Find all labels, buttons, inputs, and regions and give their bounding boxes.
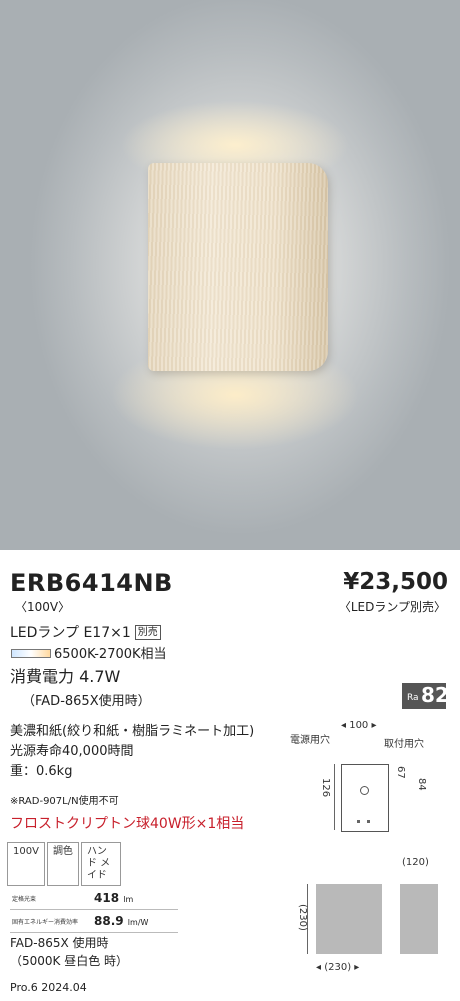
table-row: 固有エネルギー消費効率 88.9 lm/W <box>10 910 178 933</box>
color-temperature: 6500K-2700K相当 <box>54 647 167 662</box>
power-hole-icon <box>360 786 369 795</box>
flux-unit: lm <box>123 895 134 904</box>
lamp-shade <box>148 163 328 371</box>
light-source-life: 光源寿命40,000時間 <box>10 744 134 759</box>
separately-sold-badge: 別売 <box>134 625 161 640</box>
model-number: ERB6414NB <box>10 569 173 597</box>
ra-prefix: Ra <box>407 693 419 703</box>
mount-hole-icon <box>357 820 360 823</box>
power-consumption: 消費電力 4.7W <box>10 667 121 686</box>
efficiency-unit: lm/W <box>127 918 149 927</box>
power-note: （FAD-865X使用時） <box>22 694 151 709</box>
ra-badge: Ra 82 <box>402 683 449 709</box>
tag-100v: 100V <box>7 842 45 886</box>
dim-230-horizontal-wrap: ◂ (230) ▸ <box>316 962 360 973</box>
price: ¥23,500 <box>343 569 448 595</box>
flux-value: 418 <box>94 891 120 905</box>
table-label: 固有エネルギー消費効率 <box>12 919 79 926</box>
dim-line-126 <box>334 764 335 830</box>
incompatibility-note: ※RAD-907L/N使用不可 <box>10 796 119 807</box>
dim-230-horizontal: (230) <box>324 962 352 973</box>
table-value: 418 lm <box>94 891 133 905</box>
material: 美濃和紙(絞り和紙・樹脂ラミネート加工) <box>10 724 255 739</box>
color-temp-gradient-icon <box>11 649 51 658</box>
power-hole-label: 電源用穴 <box>290 735 330 746</box>
table-label: 定格光束 <box>12 896 37 903</box>
table-row: 定格光束 418 lm <box>10 887 178 910</box>
dim-width-100: ◂ 100 ▸ <box>341 720 377 731</box>
dim-84: 84 <box>416 778 427 791</box>
price-note: 〈LEDランプ別売〉 <box>338 600 446 614</box>
mount-hole-label: 取付用穴 <box>384 739 424 750</box>
voltage-label: 〈100V〉 <box>15 600 71 614</box>
dim-100-text: 100 <box>349 720 369 731</box>
feature-tags: 100V 調色 ハンド メイド <box>7 842 123 886</box>
dim-126: 126 <box>320 778 331 798</box>
tag-dimming: 調色 <box>46 842 79 886</box>
fad-note-1: FAD-865X 使用時 <box>10 936 109 950</box>
dim-67: 67 <box>395 766 406 779</box>
table-value: 88.9 lm/W <box>94 914 148 928</box>
product-photo <box>0 0 460 550</box>
efficiency-value: 88.9 <box>94 914 124 928</box>
lamp-type: LEDランプ E17×1 <box>10 625 131 641</box>
ra-value: 82 <box>421 683 449 707</box>
dim-230-vertical: (230) <box>297 904 308 931</box>
front-view-box <box>316 884 382 954</box>
side-view-box <box>400 884 438 954</box>
mount-hole-icon <box>367 820 370 823</box>
fad-note-2: （5000K 昼白色 時） <box>10 954 129 968</box>
tag-handmade: ハンド メイド <box>80 842 121 886</box>
mounting-plate <box>341 764 389 832</box>
performance-table: 定格光束 418 lm 固有エネルギー消費効率 88.9 lm/W <box>10 887 178 933</box>
equivalent-bulb: フロストクリプトン球40W形×1相当 <box>10 816 245 832</box>
footer-version: Pro.6 2024.04 <box>10 981 87 994</box>
lamp-spec: LEDランプ E17×1 別売 <box>10 622 161 642</box>
weight: 重：0.6kg <box>10 764 73 779</box>
dim-120: (120) <box>402 857 429 868</box>
